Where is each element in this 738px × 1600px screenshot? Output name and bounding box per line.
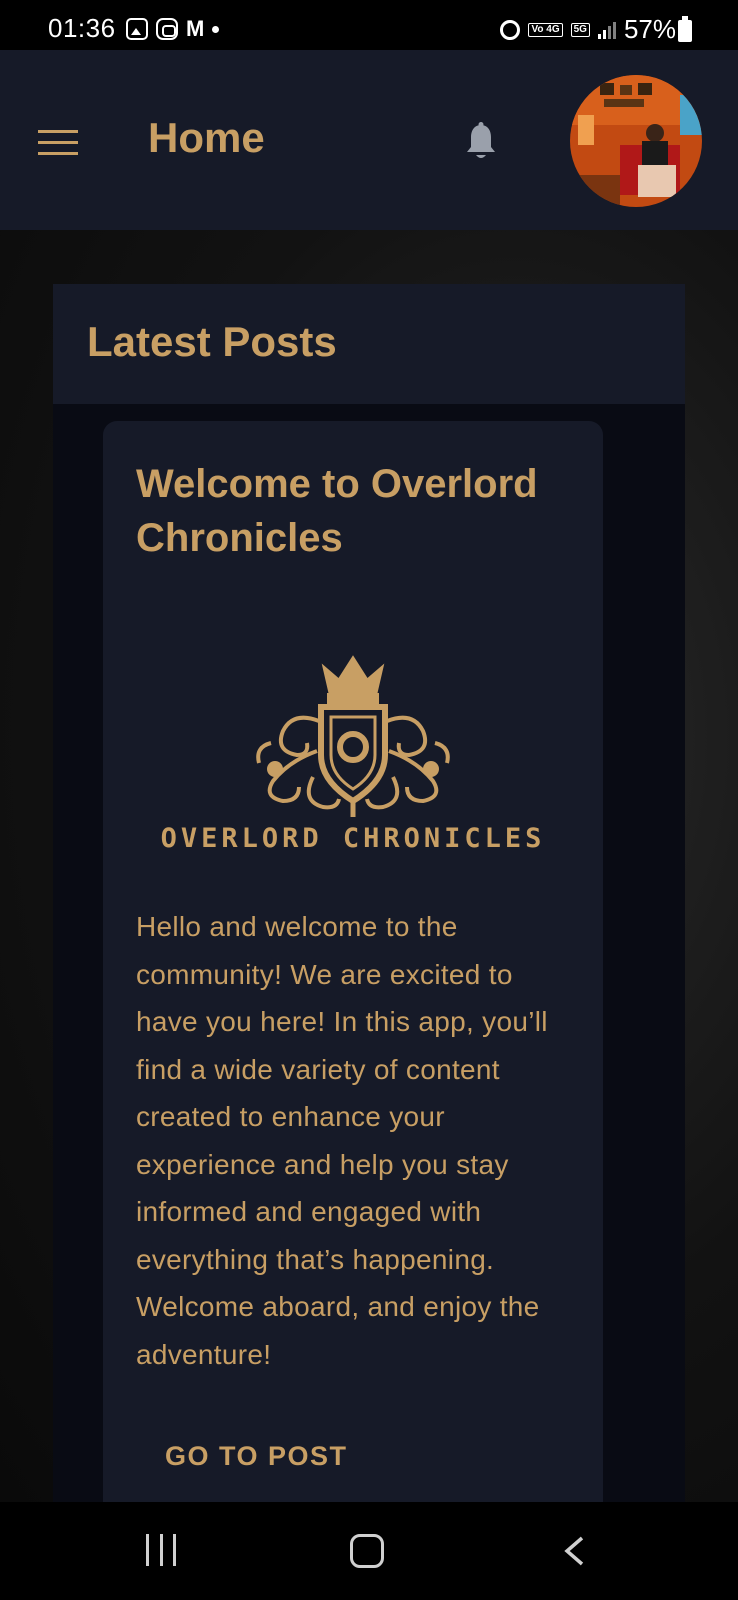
status-bar: 01:36 M Vo 4G 5G 57% (0, 0, 738, 50)
hamburger-menu-icon[interactable] (38, 130, 78, 158)
overlord-crest-logo (213, 651, 493, 821)
recent-apps-icon[interactable] (146, 1534, 176, 1566)
more-notifications-dot (212, 25, 220, 33)
bot-icon (156, 18, 178, 40)
status-time: 01:36 (48, 13, 116, 43)
page-title: Home (148, 114, 265, 161)
section-title: Latest Posts (87, 318, 337, 365)
gmail-icon: M (186, 16, 205, 41)
latest-posts-card: Latest Posts Welcome to Overlord Chronic… (53, 284, 685, 1502)
system-nav-bar (0, 1502, 738, 1600)
notification-icons: M (126, 16, 220, 41)
back-icon[interactable] (562, 1536, 586, 1566)
battery-icon (678, 16, 692, 42)
signal-icon (597, 21, 616, 39)
latest-posts-header: Latest Posts (53, 284, 685, 404)
5g-badge: 5G (570, 22, 590, 37)
gallery-icon (126, 18, 148, 40)
app-bar: Home (0, 50, 738, 230)
alarm-icon (500, 19, 521, 40)
logo-wordmark: OVERLORD CHRONICLES (160, 823, 546, 854)
post-card: Welcome to Overlord Chronicles OVERLORD … (103, 421, 603, 1502)
battery-percent: 57% (623, 14, 676, 44)
post-body: Hello and welcome to the community! We a… (136, 911, 548, 1370)
avatar[interactable] (570, 75, 702, 207)
home-icon[interactable] (350, 1534, 384, 1568)
go-to-post-button[interactable]: GO TO POST (165, 1441, 348, 1472)
system-icons: Vo 4G 5G 57% (500, 14, 676, 45)
volte-badge: Vo 4G (528, 22, 563, 37)
post-title: Welcome to Overlord Chronicles (136, 462, 538, 560)
bell-icon[interactable] (464, 122, 498, 162)
